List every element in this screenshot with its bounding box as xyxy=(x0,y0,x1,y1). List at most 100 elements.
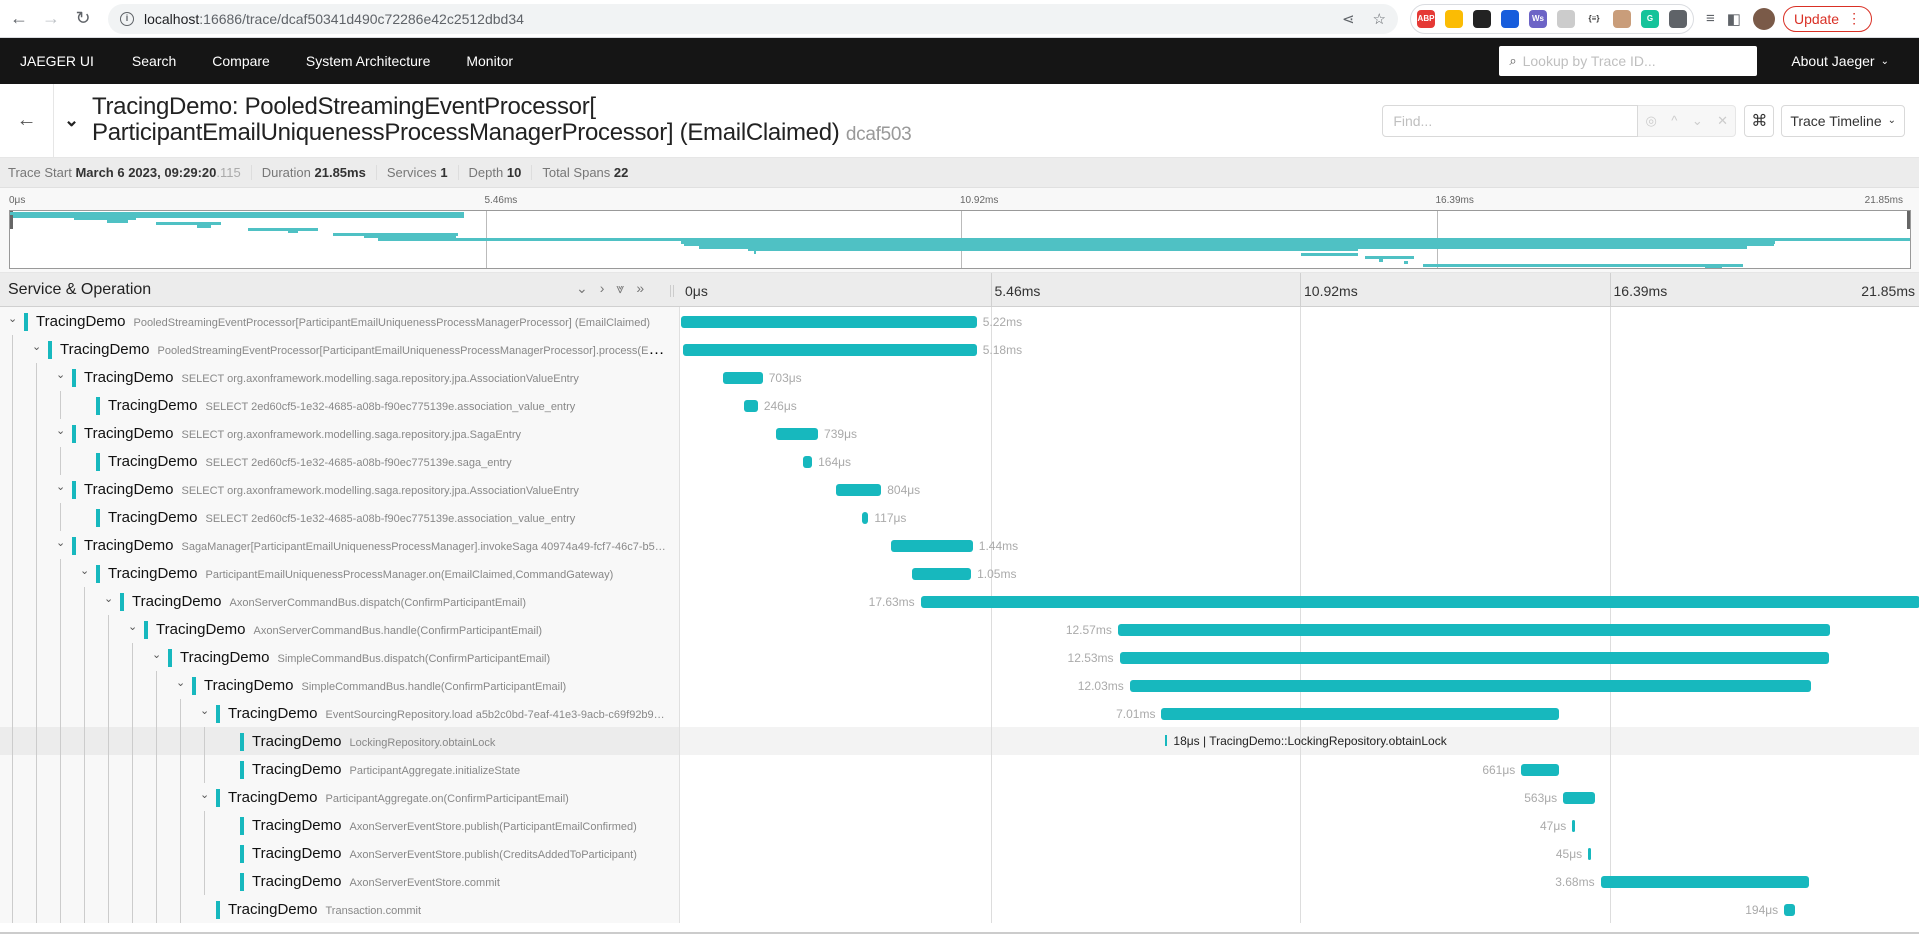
span-timeline-cell[interactable]: 194μs xyxy=(681,895,1919,923)
grammarly-icon[interactable]: G xyxy=(1641,9,1659,28)
span-label[interactable]: TracingDemo ParticipantEmailUniquenessPro… xyxy=(108,565,672,583)
chevron-down-icon[interactable]: ⌄ xyxy=(128,620,142,633)
media-control-icon[interactable]: ≡ xyxy=(1706,10,1715,27)
span-label[interactable]: TracingDemo AxonServerEventStore.commit xyxy=(252,873,672,891)
span-label[interactable]: TracingDemo PooledStreamingEventProcessor… xyxy=(60,341,672,359)
profile-avatar[interactable] xyxy=(1752,7,1775,30)
span-timeline-cell[interactable]: 12.03ms xyxy=(681,671,1919,699)
span-name-cell[interactable]: ⌄ TracingDemo ParticipantEmailUniquenessPr… xyxy=(0,559,680,587)
span-name-cell[interactable]: ⌄ TracingDemo PooledStreamingEventProcesso… xyxy=(0,335,680,363)
keep-icon[interactable] xyxy=(1445,9,1463,28)
span-label[interactable]: TracingDemo AxonServerEventStore.publish(… xyxy=(252,817,672,835)
span-bar[interactable] xyxy=(1572,820,1576,832)
update-button[interactable]: Update ⋮ xyxy=(1782,5,1873,32)
address-bar[interactable]: i localhost:16686/trace/dcaf50341d490c72… xyxy=(108,3,1398,34)
span-row[interactable]: ⌄ TracingDemo SimpleCommandBus.handle(Conf… xyxy=(0,671,1919,699)
span-timeline-cell[interactable]: 804μs xyxy=(681,475,1919,503)
view-type-select[interactable]: Trace Timeline ⌄ xyxy=(1781,104,1905,137)
span-row[interactable]: ⌄ TracingDemo SELECT org.axonframework.mod… xyxy=(0,363,1919,391)
span-bar[interactable] xyxy=(835,484,882,496)
side-panel-icon[interactable]: ◧ xyxy=(1727,10,1741,28)
next-result-icon[interactable]: ⌄ xyxy=(1692,113,1703,129)
span-label[interactable]: TracingDemo SELECT org.axonframework.mode… xyxy=(84,481,672,499)
span-label[interactable]: TracingDemo SELECT 2ed60cf5-1e32-4685-a08… xyxy=(108,509,672,527)
prev-result-icon[interactable]: ^ xyxy=(1671,113,1677,128)
target-icon[interactable] xyxy=(1557,9,1575,28)
glasses-icon[interactable] xyxy=(1613,9,1631,28)
span-timeline-cell[interactable]: 164μs xyxy=(681,447,1919,475)
span-name-cell[interactable]: TracingDemo LockingRepository.obtainLock xyxy=(0,727,680,755)
span-timeline-cell[interactable]: 5.18ms xyxy=(681,335,1919,363)
span-row[interactable]: ⌄ TracingDemo AxonServerCommandBus.handle(… xyxy=(0,615,1919,643)
span-name-cell[interactable]: TracingDemo Transaction.commit xyxy=(0,895,680,923)
minimap-right-handle[interactable] xyxy=(1907,211,1910,229)
chevron-down-icon[interactable]: ⌄ xyxy=(152,648,166,661)
span-name-cell[interactable]: TracingDemo ParticipantAggregate.initiali… xyxy=(0,755,680,783)
span-row[interactable]: TracingDemo SELECT 2ed60cf5-1e32-4685-a08… xyxy=(0,503,1919,531)
span-label[interactable]: TracingDemo AxonServerEventStore.publish(… xyxy=(252,845,672,863)
collapse-one-icon[interactable]: ⌄ xyxy=(576,280,588,297)
chevron-down-icon[interactable]: ⌄ xyxy=(56,424,70,437)
span-label[interactable]: TracingDemo AxonServerCommandBus.dispatch… xyxy=(132,593,672,611)
clear-search-icon[interactable]: ✕ xyxy=(1717,113,1728,129)
gnome-icon[interactable] xyxy=(1473,9,1491,28)
span-row[interactable]: ⌄ TracingDemo PooledStreamingEventProcesso… xyxy=(0,307,1919,335)
span-bar[interactable] xyxy=(1129,680,1812,692)
span-timeline-cell[interactable]: 1.05ms xyxy=(681,559,1919,587)
bitwarden-icon[interactable] xyxy=(1501,9,1519,28)
span-name-cell[interactable]: TracingDemo AxonServerEventStore.publish(… xyxy=(0,839,680,867)
expand-all-icon[interactable]: ⩔ xyxy=(616,280,624,297)
span-name-cell[interactable]: TracingDemo SELECT 2ed60cf5-1e32-4685-a08… xyxy=(0,503,680,531)
span-name-cell[interactable]: ⌄ TracingDemo SELECT org.axonframework.mod… xyxy=(0,363,680,391)
span-label[interactable]: TracingDemo SimpleCommandBus.dispatch(Con… xyxy=(180,649,672,667)
span-timeline-cell[interactable]: 18μs | TracingDemo::LockingRepository.ob… xyxy=(681,727,1919,755)
chevron-down-icon[interactable]: ⌄ xyxy=(80,564,94,577)
span-bar[interactable] xyxy=(1119,652,1830,664)
span-bar[interactable] xyxy=(722,372,763,384)
span-row[interactable]: ⌄ TracingDemo ParticipantEmailUniquenessPr… xyxy=(0,559,1919,587)
span-row[interactable]: ⌄ TracingDemo SagaManager[ParticipantEmail… xyxy=(0,531,1919,559)
span-timeline-cell[interactable]: 17.63ms xyxy=(681,587,1919,615)
chevron-down-icon[interactable]: ⌄ xyxy=(8,312,22,325)
span-name-cell[interactable]: ⌄ TracingDemo SELECT org.axonframework.mod… xyxy=(0,419,680,447)
span-timeline-cell[interactable]: 12.57ms xyxy=(681,615,1919,643)
chevron-down-icon[interactable]: ⌄ xyxy=(32,340,46,353)
span-name-cell[interactable]: TracingDemo AxonServerEventStore.publish(… xyxy=(0,811,680,839)
info-icon[interactable]: i xyxy=(120,11,134,26)
reload-icon[interactable]: ↻ xyxy=(70,6,96,32)
nav-system-architecture[interactable]: System Architecture xyxy=(288,53,449,69)
span-timeline-cell[interactable]: 5.22ms xyxy=(681,307,1919,335)
chevron-down-icon[interactable]: ⌄ xyxy=(176,676,190,689)
minimap-canvas[interactable] xyxy=(9,210,1911,269)
nav-search[interactable]: Search xyxy=(114,53,194,69)
span-label[interactable]: TracingDemo SagaManager[ParticipantEmailU… xyxy=(84,537,672,555)
collapse-header-toggle[interactable]: ⌄ xyxy=(64,110,86,131)
span-timeline-cell[interactable]: 47μs xyxy=(681,811,1919,839)
span-bar[interactable] xyxy=(911,568,972,580)
span-bar[interactable] xyxy=(681,316,977,328)
chevron-down-icon[interactable]: ⌄ xyxy=(56,480,70,493)
back-arrow-icon[interactable]: ← xyxy=(6,6,32,32)
span-label[interactable]: TracingDemo ParticipantAggregate.initiali… xyxy=(252,761,672,779)
span-row[interactable]: TracingDemo AxonServerEventStore.commit 3.… xyxy=(0,867,1919,895)
span-bar[interactable] xyxy=(1588,848,1592,860)
span-name-cell[interactable]: TracingDemo AxonServerEventStore.commit xyxy=(0,867,680,895)
span-timeline-cell[interactable]: 1.44ms xyxy=(681,531,1919,559)
span-timeline-cell[interactable]: 563μs xyxy=(681,783,1919,811)
span-row[interactable]: ⌄ TracingDemo SELECT org.axonframework.mod… xyxy=(0,419,1919,447)
span-row[interactable]: ⌄ TracingDemo SELECT org.axonframework.mod… xyxy=(0,475,1919,503)
expand-one-icon[interactable]: › xyxy=(600,280,605,297)
forward-arrow-icon[interactable]: → xyxy=(38,6,64,32)
span-name-cell[interactable]: TracingDemo SELECT 2ed60cf5-1e32-4685-a08… xyxy=(0,447,680,475)
chevron-down-icon[interactable]: ⌄ xyxy=(56,536,70,549)
span-row[interactable]: TracingDemo ParticipantAggregate.initiali… xyxy=(0,755,1919,783)
share-icon[interactable]: ⋖ xyxy=(1342,10,1355,28)
json-icon[interactable]: {≡} xyxy=(1585,9,1603,28)
span-row[interactable]: TracingDemo LockingRepository.obtainLock 1… xyxy=(0,727,1919,755)
bookmark-star-icon[interactable]: ☆ xyxy=(1373,10,1386,28)
span-row[interactable]: ⌄ TracingDemo AxonServerCommandBus.dispatc… xyxy=(0,587,1919,615)
span-row[interactable]: TracingDemo SELECT 2ed60cf5-1e32-4685-a08… xyxy=(0,447,1919,475)
span-name-cell[interactable]: ⌄ TracingDemo SimpleCommandBus.dispatch(Co… xyxy=(0,643,680,671)
span-bar[interactable] xyxy=(1117,624,1831,636)
chevron-down-icon[interactable]: ⌄ xyxy=(200,788,214,801)
